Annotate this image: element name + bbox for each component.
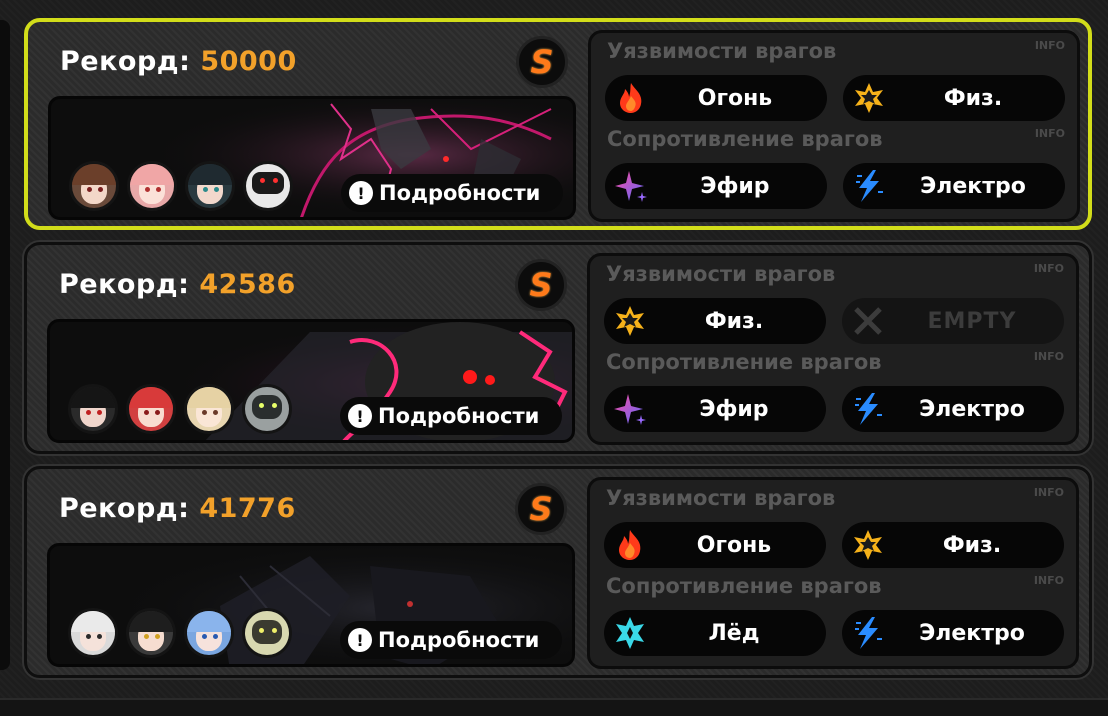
resistance-label: Эфир <box>700 173 770 199</box>
electric-icon <box>856 170 883 202</box>
weakness-title: Уязвимости врагов <box>606 262 836 286</box>
team-banner: ! Подробности <box>48 96 576 220</box>
fire-icon <box>619 530 641 560</box>
enemy-info-panel: Уязвимости врагов INFO Огонь Физ. Сопрот… <box>588 30 1080 222</box>
agent-avatar-3[interactable] <box>184 384 234 434</box>
ether-icon <box>614 394 646 425</box>
info-tag[interactable]: INFO <box>1034 574 1064 587</box>
resistance-label: Эфир <box>699 396 769 422</box>
resistance-ether[interactable]: Эфир <box>604 386 826 432</box>
record-label: Рекорд: <box>59 269 190 300</box>
empty-icon <box>854 307 882 335</box>
weakness-label: EMPTY <box>927 308 1017 334</box>
resistance-title: Сопротивление врагов <box>606 350 882 374</box>
weakness-fire[interactable]: Огонь <box>605 75 827 121</box>
bangboo-avatar[interactable] <box>242 384 292 434</box>
resistance-ether[interactable]: Эфир <box>605 163 827 209</box>
bangboo-avatar[interactable] <box>242 608 292 658</box>
weakness-title: Уязвимости врагов <box>607 39 837 63</box>
left-frame-edge <box>0 20 10 670</box>
agent-avatar-2[interactable] <box>126 384 176 434</box>
agent-avatar-1[interactable] <box>68 608 118 658</box>
resistance-electric[interactable]: Электро <box>842 610 1064 656</box>
ice-icon <box>616 617 644 649</box>
bottom-frame-edge <box>0 698 1108 716</box>
rank-badge: S <box>515 483 567 535</box>
enemy-info-panel: Уязвимости врагов INFO Физ. EMPTY Сопрот… <box>587 253 1079 445</box>
record-label: Рекорд: <box>60 46 191 77</box>
resistance-title: Сопротивление врагов <box>606 574 882 598</box>
weakness-fire[interactable]: Огонь <box>604 522 826 568</box>
record-title: Рекорд: 42586 <box>59 269 296 300</box>
record-value: 41776 <box>199 493 296 524</box>
record-title: Рекорд: 41776 <box>59 493 296 524</box>
details-label: Подробности <box>379 181 541 205</box>
enemy-info-panel: Уязвимости врагов INFO Огонь Физ. Сопрот… <box>587 477 1079 669</box>
details-button[interactable]: ! Подробности <box>340 397 562 435</box>
info-tag[interactable]: INFO <box>1035 39 1065 52</box>
agent-avatar-2[interactable] <box>127 161 177 211</box>
details-button[interactable]: ! Подробности <box>340 621 562 659</box>
info-icon: ! <box>349 181 373 205</box>
physical-icon <box>616 306 644 336</box>
details-label: Подробности <box>378 404 540 428</box>
details-button[interactable]: ! Подробности <box>341 174 563 212</box>
electric-icon <box>855 393 882 425</box>
agent-avatar-1[interactable] <box>68 384 118 434</box>
weakness-label: Огонь <box>696 532 772 558</box>
team-banner: ! Подробности <box>47 543 575 667</box>
info-tag[interactable]: INFO <box>1034 350 1064 363</box>
resistance-label: Электро <box>920 173 1026 199</box>
weakness-label: Физ. <box>704 308 764 334</box>
physical-icon <box>854 530 882 560</box>
agent-avatar-1[interactable] <box>69 161 119 211</box>
team-banner: ! Подробности <box>47 319 575 443</box>
resistance-label: Лёд <box>708 620 760 646</box>
info-tag[interactable]: INFO <box>1034 262 1064 275</box>
fire-icon <box>620 83 642 113</box>
record-value: 42586 <box>199 269 296 300</box>
record-card-1[interactable]: Рекорд: 50000 S ! Подробности Уязвимости… <box>24 18 1092 230</box>
electric-icon <box>855 617 882 649</box>
weakness-label: Огонь <box>697 85 773 111</box>
weakness-physical[interactable]: Физ. <box>604 298 826 344</box>
weakness-label: Физ. <box>943 85 1003 111</box>
resistance-electric[interactable]: Электро <box>843 163 1065 209</box>
details-label: Подробности <box>378 628 540 652</box>
resistance-ice[interactable]: Лёд <box>604 610 826 656</box>
record-card-2[interactable]: Рекорд: 42586 S ! Подробности Уязвимости… <box>24 242 1092 454</box>
record-value: 50000 <box>200 46 297 77</box>
physical-icon <box>855 83 883 113</box>
agent-avatar-3[interactable] <box>184 608 234 658</box>
agent-avatar-3[interactable] <box>185 161 235 211</box>
info-icon: ! <box>348 628 372 652</box>
weakness-physical[interactable]: Физ. <box>843 75 1065 121</box>
resistance-electric[interactable]: Электро <box>842 386 1064 432</box>
weakness-empty-slot: EMPTY <box>842 298 1064 344</box>
bangboo-avatar[interactable] <box>243 161 293 211</box>
weakness-title: Уязвимости врагов <box>606 486 836 510</box>
info-icon: ! <box>348 404 372 428</box>
resistance-title: Сопротивление врагов <box>607 127 883 151</box>
record-card-3[interactable]: Рекорд: 41776 S ! Подробности Уязвимости… <box>24 466 1092 678</box>
rank-badge: S <box>515 259 567 311</box>
resistance-label: Электро <box>919 620 1025 646</box>
info-tag[interactable]: INFO <box>1035 127 1065 140</box>
weakness-physical[interactable]: Физ. <box>842 522 1064 568</box>
ether-icon <box>615 171 647 202</box>
weakness-label: Физ. <box>942 532 1002 558</box>
rank-badge: S <box>516 36 568 88</box>
agent-avatar-2[interactable] <box>126 608 176 658</box>
info-tag[interactable]: INFO <box>1034 486 1064 499</box>
record-label: Рекорд: <box>59 493 190 524</box>
resistance-label: Электро <box>919 396 1025 422</box>
record-title: Рекорд: 50000 <box>60 46 297 77</box>
